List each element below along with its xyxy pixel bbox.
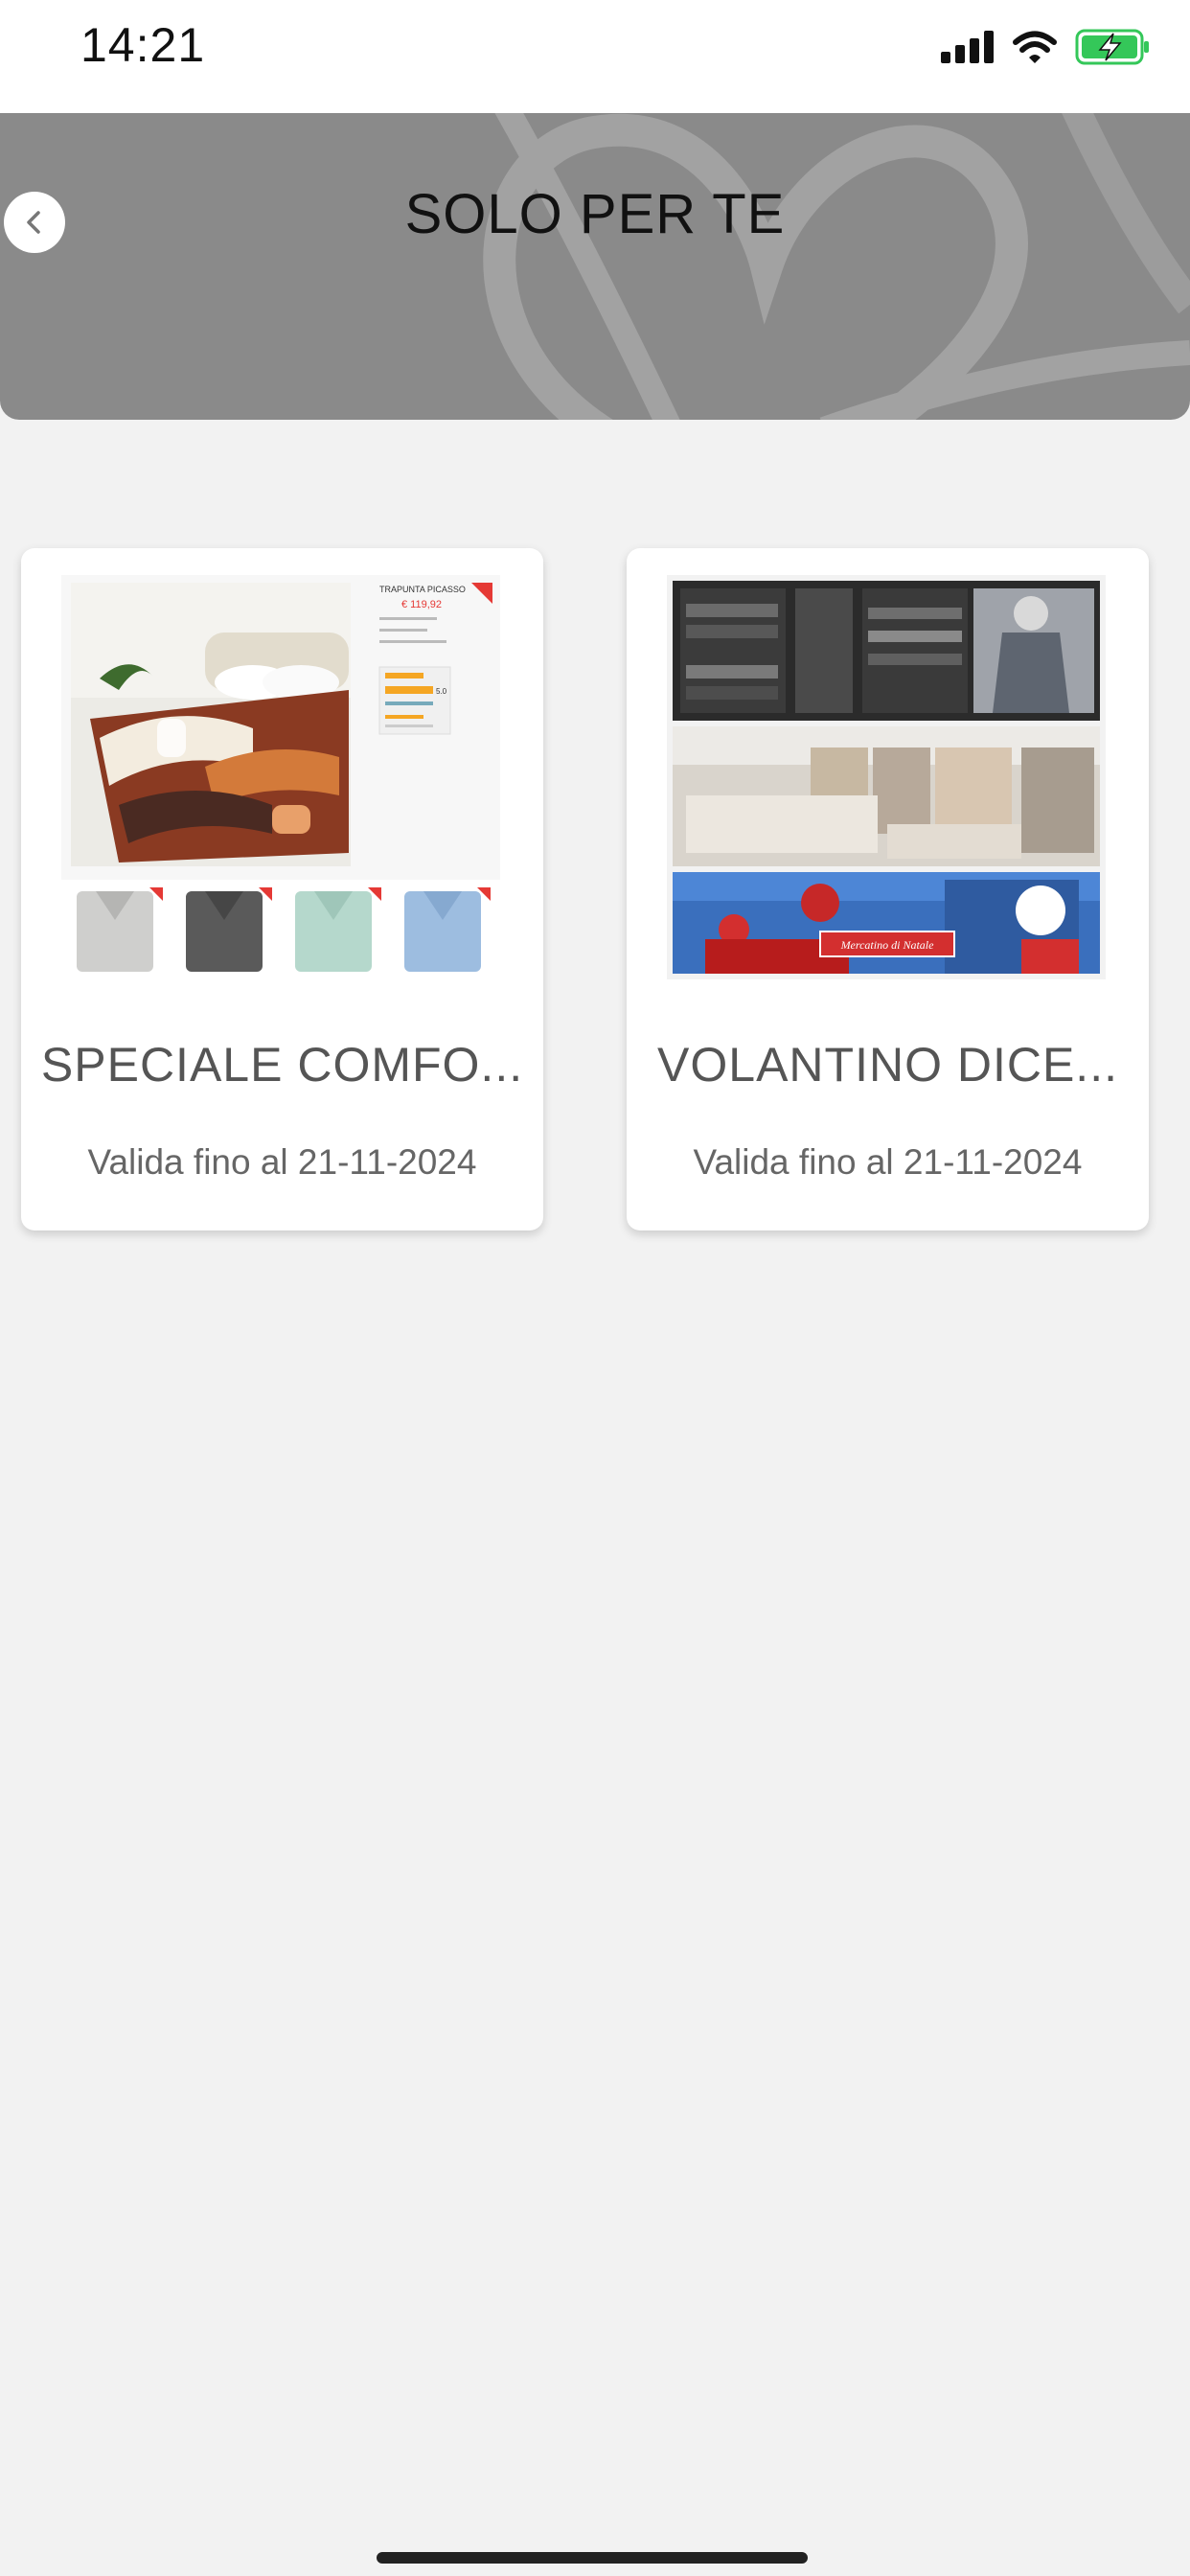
- status-bar: 14:21: [0, 0, 1190, 113]
- offer-image: TRAPUNTA PICASSO € 119,92 5.0: [61, 575, 500, 979]
- page-title: SOLO PER TE: [404, 183, 786, 245]
- offer-image-rating: 5.0: [436, 687, 447, 696]
- page-header: SOLO PER TE: [0, 113, 1190, 420]
- offer-title: VOLANTINO DICE...: [657, 1038, 1118, 1092]
- status-icons: [941, 23, 1152, 71]
- heart-logo-watermark: [483, 113, 1190, 420]
- offer-image-banner: Mercatino di Natale: [840, 938, 935, 952]
- offer-card[interactable]: TRAPUNTA PICASSO € 119,92 5.0 SPECIALE C…: [21, 548, 543, 1230]
- offer-card[interactable]: Mercatino di Natale VOLANTINO DICE... Va…: [627, 548, 1149, 1230]
- offer-image-price: € 119,92: [401, 599, 442, 610]
- offer-image: Mercatino di Natale: [667, 575, 1106, 979]
- wifi-icon: [1013, 31, 1057, 63]
- signal-icon: [941, 31, 994, 63]
- offer-image-product-name: TRAPUNTA PICASSO: [379, 585, 466, 594]
- status-time: 14:21: [80, 18, 206, 72]
- battery-charging-icon: [1075, 29, 1149, 65]
- offer-validity: Valida fino al 21-11-2024: [87, 1142, 477, 1182]
- offer-validity: Valida fino al 21-11-2024: [693, 1142, 1083, 1182]
- home-indicator[interactable]: [377, 2552, 808, 2564]
- offer-title: SPECIALE COMFO...: [40, 1038, 524, 1092]
